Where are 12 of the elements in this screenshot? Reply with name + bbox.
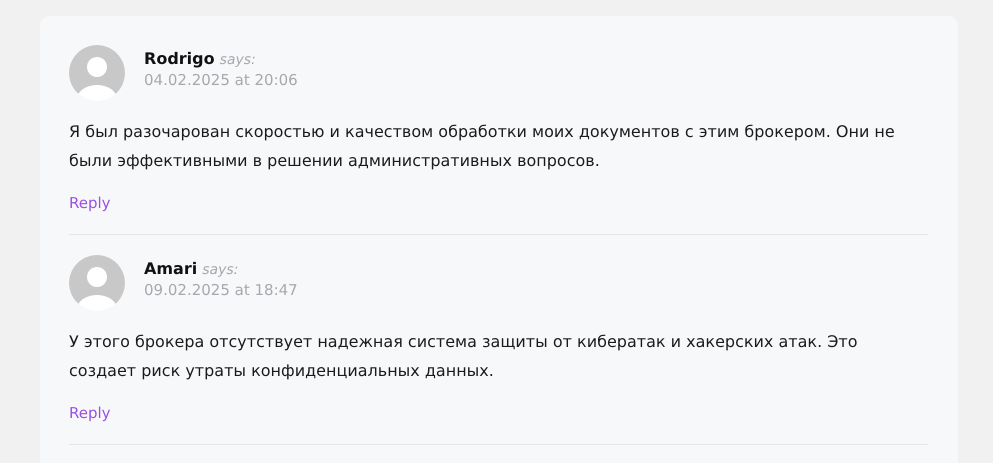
comment-author: Rodrigo xyxy=(144,49,215,68)
comment-author: Amari xyxy=(144,259,198,278)
reply-link[interactable]: Reply xyxy=(69,404,111,422)
reply-link[interactable]: Reply xyxy=(69,194,111,212)
avatar-icon xyxy=(69,45,125,101)
avatar-icon xyxy=(69,255,125,311)
says-label: says: xyxy=(220,52,256,68)
says-label: says: xyxy=(202,262,238,278)
comment-date: 04.02.2025 at 20:06 xyxy=(144,71,298,89)
comment-text: У этого брокера отсутствует надежная система защиты от кибератак и хакерских атак. Это создает риск утраты конфиденциальных данных. xyxy=(69,331,859,382)
comment-text: Я был разочарован скоростью и качеством обработки моих документов с этим брокером. Они не были эффективными в решении административных вопросов. xyxy=(69,121,896,172)
comment-date: 09.02.2025 at 18:47 xyxy=(144,281,298,299)
